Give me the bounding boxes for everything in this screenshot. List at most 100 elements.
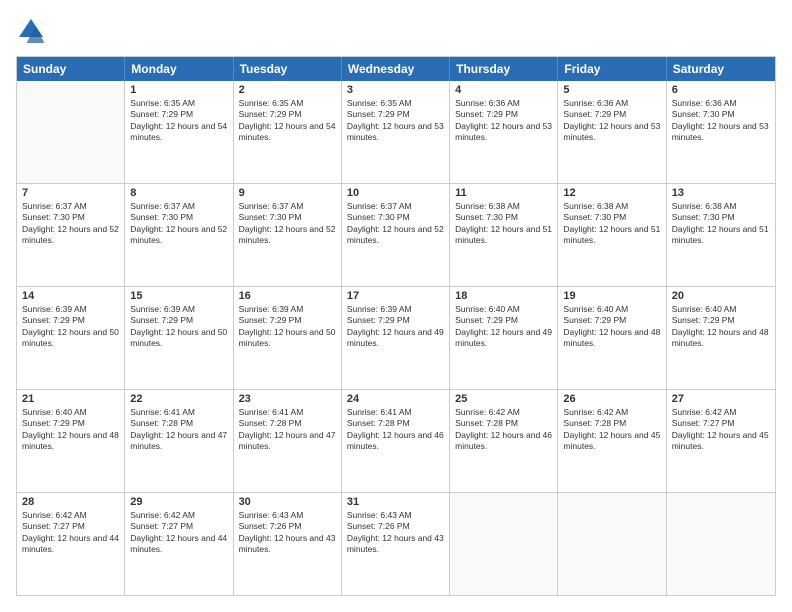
day-number: 9 xyxy=(239,187,336,199)
cell-info: Sunrise: 6:40 AMSunset: 7:29 PMDaylight:… xyxy=(563,304,660,348)
calendar-cell: 5 Sunrise: 6:36 AMSunset: 7:29 PMDaylight… xyxy=(558,81,666,183)
cell-info: Sunrise: 6:36 AMSunset: 7:29 PMDaylight:… xyxy=(563,98,660,142)
day-number: 23 xyxy=(239,393,336,405)
calendar-cell: 4 Sunrise: 6:36 AMSunset: 7:29 PMDaylight… xyxy=(450,81,558,183)
calendar-cell xyxy=(558,493,666,595)
cell-info: Sunrise: 6:38 AMSunset: 7:30 PMDaylight:… xyxy=(455,201,552,245)
calendar-cell: 21 Sunrise: 6:40 AMSunset: 7:29 PMDayligh… xyxy=(17,390,125,492)
calendar-cell: 8 Sunrise: 6:37 AMSunset: 7:30 PMDaylight… xyxy=(125,184,233,286)
calendar-cell: 28 Sunrise: 6:42 AMSunset: 7:27 PMDayligh… xyxy=(17,493,125,595)
day-number: 26 xyxy=(563,393,660,405)
calendar-cell: 2 Sunrise: 6:35 AMSunset: 7:29 PMDaylight… xyxy=(234,81,342,183)
day-number: 7 xyxy=(22,187,119,199)
calendar-cell: 25 Sunrise: 6:42 AMSunset: 7:28 PMDayligh… xyxy=(450,390,558,492)
calendar-cell: 13 Sunrise: 6:38 AMSunset: 7:30 PMDayligh… xyxy=(667,184,775,286)
calendar-body: 1 Sunrise: 6:35 AMSunset: 7:29 PMDaylight… xyxy=(17,81,775,595)
cell-info: Sunrise: 6:40 AMSunset: 7:29 PMDaylight:… xyxy=(455,304,552,348)
calendar-cell: 23 Sunrise: 6:41 AMSunset: 7:28 PMDayligh… xyxy=(234,390,342,492)
cell-info: Sunrise: 6:36 AMSunset: 7:29 PMDaylight:… xyxy=(455,98,552,142)
day-number: 17 xyxy=(347,290,444,302)
cell-info: Sunrise: 6:35 AMSunset: 7:29 PMDaylight:… xyxy=(130,98,227,142)
cell-info: Sunrise: 6:42 AMSunset: 7:28 PMDaylight:… xyxy=(455,407,552,451)
day-number: 25 xyxy=(455,393,552,405)
cell-info: Sunrise: 6:39 AMSunset: 7:29 PMDaylight:… xyxy=(22,304,119,348)
day-number: 31 xyxy=(347,496,444,508)
cell-info: Sunrise: 6:37 AMSunset: 7:30 PMDaylight:… xyxy=(130,201,227,245)
calendar-cell: 26 Sunrise: 6:42 AMSunset: 7:28 PMDayligh… xyxy=(558,390,666,492)
day-number: 18 xyxy=(455,290,552,302)
weekday-header: Saturday xyxy=(667,57,775,81)
calendar-cell: 17 Sunrise: 6:39 AMSunset: 7:29 PMDayligh… xyxy=(342,287,450,389)
day-number: 3 xyxy=(347,84,444,96)
cell-info: Sunrise: 6:40 AMSunset: 7:29 PMDaylight:… xyxy=(672,304,769,348)
calendar-cell: 15 Sunrise: 6:39 AMSunset: 7:29 PMDayligh… xyxy=(125,287,233,389)
cell-info: Sunrise: 6:36 AMSunset: 7:30 PMDaylight:… xyxy=(672,98,769,142)
cell-info: Sunrise: 6:35 AMSunset: 7:29 PMDaylight:… xyxy=(239,98,336,142)
weekday-header: Monday xyxy=(125,57,233,81)
calendar-cell: 7 Sunrise: 6:37 AMSunset: 7:30 PMDaylight… xyxy=(17,184,125,286)
calendar-cell: 10Sunrise: 6:37 AMSunset: 7:30 PMDayligh… xyxy=(342,184,450,286)
calendar-row: 1 Sunrise: 6:35 AMSunset: 7:29 PMDaylight… xyxy=(17,81,775,183)
day-number: 11 xyxy=(455,187,552,199)
day-number: 24 xyxy=(347,393,444,405)
calendar-row: 28 Sunrise: 6:42 AMSunset: 7:27 PMDayligh… xyxy=(17,492,775,595)
calendar-cell: 1 Sunrise: 6:35 AMSunset: 7:29 PMDaylight… xyxy=(125,81,233,183)
cell-info: Sunrise: 6:43 AMSunset: 7:26 PMDaylight:… xyxy=(347,510,444,554)
calendar-cell: 6 Sunrise: 6:36 AMSunset: 7:30 PMDaylight… xyxy=(667,81,775,183)
day-number: 8 xyxy=(130,187,227,199)
day-number: 28 xyxy=(22,496,119,508)
logo xyxy=(16,16,50,46)
calendar-cell: 19 Sunrise: 6:40 AMSunset: 7:29 PMDayligh… xyxy=(558,287,666,389)
calendar-cell: 3Sunrise: 6:35 AMSunset: 7:29 PMDaylight… xyxy=(342,81,450,183)
calendar-header: SundayMondayTuesdayWednesdayThursdayFrid… xyxy=(17,57,775,81)
cell-info: Sunrise: 6:42 AMSunset: 7:27 PMDaylight:… xyxy=(22,510,119,554)
header xyxy=(16,16,776,46)
calendar-cell: 11 Sunrise: 6:38 AMSunset: 7:30 PMDayligh… xyxy=(450,184,558,286)
cell-info: Sunrise: 6:41 AMSunset: 7:28 PMDaylight:… xyxy=(130,407,227,451)
calendar-cell: 20Sunrise: 6:40 AMSunset: 7:29 PMDayligh… xyxy=(667,287,775,389)
calendar-cell: 24Sunrise: 6:41 AMSunset: 7:28 PMDayligh… xyxy=(342,390,450,492)
cell-info: Sunrise: 6:43 AMSunset: 7:26 PMDaylight:… xyxy=(239,510,336,554)
day-number: 21 xyxy=(22,393,119,405)
calendar-cell: 12Sunrise: 6:38 AMSunset: 7:30 PMDayligh… xyxy=(558,184,666,286)
calendar-cell: 27 Sunrise: 6:42 AMSunset: 7:27 PMDayligh… xyxy=(667,390,775,492)
cell-info: Sunrise: 6:37 AMSunset: 7:30 PMDaylight:… xyxy=(22,201,119,245)
calendar-cell: 16Sunrise: 6:39 AMSunset: 7:29 PMDayligh… xyxy=(234,287,342,389)
calendar-cell: 29Sunrise: 6:42 AMSunset: 7:27 PMDayligh… xyxy=(125,493,233,595)
cell-info: Sunrise: 6:40 AMSunset: 7:29 PMDaylight:… xyxy=(22,407,119,451)
cell-info: Sunrise: 6:42 AMSunset: 7:28 PMDaylight:… xyxy=(563,407,660,451)
day-number: 13 xyxy=(672,187,770,199)
calendar-cell: 30 Sunrise: 6:43 AMSunset: 7:26 PMDayligh… xyxy=(234,493,342,595)
cell-info: Sunrise: 6:39 AMSunset: 7:29 PMDaylight:… xyxy=(130,304,227,348)
calendar-cell: 9Sunrise: 6:37 AMSunset: 7:30 PMDaylight… xyxy=(234,184,342,286)
weekday-header: Sunday xyxy=(17,57,125,81)
weekday-header: Thursday xyxy=(450,57,558,81)
day-number: 19 xyxy=(563,290,660,302)
cell-info: Sunrise: 6:38 AMSunset: 7:30 PMDaylight:… xyxy=(563,201,660,245)
cell-info: Sunrise: 6:42 AMSunset: 7:27 PMDaylight:… xyxy=(672,407,769,451)
day-number: 4 xyxy=(455,84,552,96)
day-number: 2 xyxy=(239,84,336,96)
day-number: 27 xyxy=(672,393,770,405)
day-number: 10 xyxy=(347,187,444,199)
day-number: 1 xyxy=(130,84,227,96)
weekday-header: Tuesday xyxy=(234,57,342,81)
calendar-row: 21 Sunrise: 6:40 AMSunset: 7:29 PMDayligh… xyxy=(17,389,775,492)
calendar-row: 14 Sunrise: 6:39 AMSunset: 7:29 PMDayligh… xyxy=(17,286,775,389)
calendar-cell: 18 Sunrise: 6:40 AMSunset: 7:29 PMDayligh… xyxy=(450,287,558,389)
cell-info: Sunrise: 6:41 AMSunset: 7:28 PMDaylight:… xyxy=(239,407,336,451)
logo-icon xyxy=(16,16,46,46)
day-number: 5 xyxy=(563,84,660,96)
day-number: 14 xyxy=(22,290,119,302)
calendar-cell xyxy=(667,493,775,595)
day-number: 15 xyxy=(130,290,227,302)
cell-info: Sunrise: 6:38 AMSunset: 7:30 PMDaylight:… xyxy=(672,201,769,245)
calendar-cell xyxy=(17,81,125,183)
day-number: 30 xyxy=(239,496,336,508)
calendar-cell: 31 Sunrise: 6:43 AMSunset: 7:26 PMDayligh… xyxy=(342,493,450,595)
day-number: 6 xyxy=(672,84,770,96)
day-number: 22 xyxy=(130,393,227,405)
calendar-cell xyxy=(450,493,558,595)
cell-info: Sunrise: 6:39 AMSunset: 7:29 PMDaylight:… xyxy=(347,304,444,348)
calendar: SundayMondayTuesdayWednesdayThursdayFrid… xyxy=(16,56,776,596)
